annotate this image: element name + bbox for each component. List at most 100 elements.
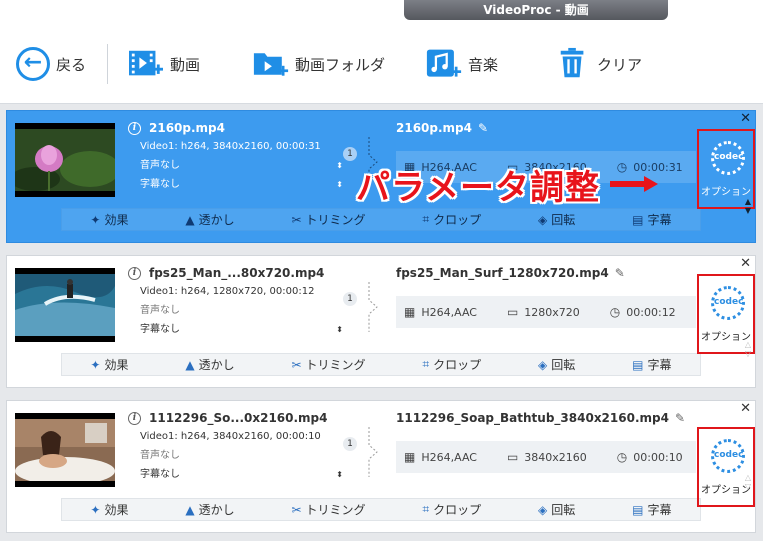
reorder-arrows-icon[interactable]: ▲ ▼ [743, 197, 753, 215]
subtitle-label: 字幕 [647, 213, 672, 227]
codec-gear-icon: codec [711, 439, 745, 473]
back-button[interactable]: 戻る [16, 42, 86, 86]
annotation-text: パラメータ調整 [356, 167, 600, 208]
add-folder-button[interactable]: 動画フォルダ [253, 42, 385, 86]
add-music-button[interactable]: 音楽 [426, 42, 498, 86]
crop-button[interactable]: ⌗ クロップ [422, 501, 481, 518]
video-item[interactable]: ✕ i fps25_Man_...80x720.mp4 Video1: h264… [6, 255, 756, 388]
effect-button[interactable]: ✦ 効果 [90, 356, 128, 373]
trim-button[interactable]: ✂ トリミング [291, 211, 365, 228]
toolbar-divider [107, 44, 108, 84]
window-title: VideoProc - 動画 [404, 0, 668, 20]
rotate-button[interactable]: ◈ 回転 [538, 211, 575, 228]
crop-button[interactable]: ⌗ クロップ [422, 211, 481, 228]
subtitle-track-select[interactable]: 字幕なし ⬍ [140, 175, 353, 194]
video-track-select[interactable]: Video1: h264, 3840x2160, 00:00:10 [140, 427, 353, 446]
subtitle-track-select[interactable]: 字幕なし ⬍ [140, 465, 353, 484]
trim-button[interactable]: ✂ トリミング [291, 356, 365, 373]
add-music-label: 音楽 [468, 55, 499, 74]
subtitle-button[interactable]: ▤ 字幕 [632, 211, 671, 228]
watermark-label: 透かし [198, 503, 235, 517]
clear-button[interactable]: クリア [555, 42, 642, 86]
reorder-arrows-icon[interactable]: △ ▽ [743, 340, 753, 358]
crop-button[interactable]: ⌗ クロップ [422, 356, 481, 373]
audio-track-select[interactable]: 音声なし ⬍ [140, 156, 353, 175]
video-track-label: Video1: h264, 3840x2160, 00:00:31 [140, 141, 321, 152]
output-meta: ▦ H264,AAC ▭ 1280x720 ◷ 00:00:12 [396, 296, 696, 328]
track-count-badge: 1 [343, 437, 357, 451]
watermark-button[interactable]: ▲ 透かし [185, 211, 234, 228]
effect-button[interactable]: ✦ 効果 [90, 501, 128, 518]
rotate-icon: ◈ [538, 357, 548, 372]
close-icon[interactable]: ✕ [740, 112, 751, 126]
updown-icon: ⬍ [336, 161, 343, 170]
subtitle-icon: ▤ [632, 357, 644, 372]
magic-wand-icon: ✦ [90, 357, 101, 372]
trim-button[interactable]: ✂ トリミング [291, 501, 365, 518]
video-track-select[interactable]: Video1: h264, 3840x2160, 00:00:31 [140, 137, 353, 156]
effect-button[interactable]: ✦ 効果 [90, 211, 128, 228]
output-meta: ▦ H264,AAC ▭ 3840x2160 ◷ 00:00:10 [396, 441, 696, 473]
watermark-button[interactable]: ▲ 透かし [185, 356, 234, 373]
video-item[interactable]: ✕ i 1112296_So...0x2160.mp4 Video1: h264… [6, 400, 756, 533]
crop-label: クロップ [433, 358, 482, 372]
codec-option-button[interactable]: codec オプション [697, 427, 755, 507]
edit-pencil-icon[interactable]: ✎ [478, 119, 488, 137]
watermark-label: 透かし [198, 213, 235, 227]
rotate-label: 回転 [551, 213, 576, 227]
video-thumbnail [15, 123, 115, 197]
track-count-badge: 1 [343, 292, 357, 306]
crop-icon: ⌗ [422, 212, 430, 226]
edit-toolbar: ✦ 効果 ▲ 透かし ✂ トリミング ⌗ クロップ ◈ 回転 ▤ 字幕 [61, 208, 701, 231]
edit-pencil-icon[interactable]: ✎ [675, 409, 685, 427]
audio-track-label: 音声なし [140, 160, 180, 171]
output-filename[interactable]: 1112296_Soap_Bathtub_3840x2160.mp4 [396, 409, 669, 427]
rotate-button[interactable]: ◈ 回転 [538, 501, 575, 518]
title-bar: VideoProc - 動画 [0, 0, 763, 24]
annotation-callout: パラメータ調整 [356, 160, 660, 208]
audio-track-select[interactable]: 音声なし [140, 446, 353, 465]
close-icon[interactable]: ✕ [740, 402, 751, 416]
track-count-badge: 1 [343, 147, 357, 161]
video-track-label: Video1: h264, 3840x2160, 00:00:10 [140, 431, 321, 442]
magic-wand-icon: ✦ [90, 212, 101, 227]
add-video-button[interactable]: 動画 [128, 42, 200, 86]
info-icon[interactable]: i [128, 411, 141, 425]
codec-icon-label: codec [714, 152, 744, 162]
subtitle-button[interactable]: ▤ 字幕 [632, 356, 671, 373]
rotate-button[interactable]: ◈ 回転 [538, 356, 575, 373]
video-thumbnail [15, 268, 115, 342]
clear-label: クリア [597, 55, 643, 74]
arrow-separator-icon [368, 427, 378, 477]
edit-pencil-icon[interactable]: ✎ [615, 264, 625, 282]
option-label: オプション [701, 187, 751, 198]
rotate-label: 回転 [551, 358, 576, 372]
updown-icon: ⬍ [336, 180, 343, 189]
audio-track-label: 音声なし [140, 305, 180, 316]
edit-toolbar: ✦ 効果 ▲ 透かし ✂ トリミング ⌗ クロップ ◈ 回転 ▤ 字幕 [61, 353, 701, 376]
audio-track-select[interactable]: 音声なし [140, 301, 353, 320]
clock-icon: ◷ [616, 450, 628, 464]
duration-value: 00:00:12 [626, 305, 676, 319]
watermark-button[interactable]: ▲ 透かし [185, 501, 234, 518]
stamp-icon: ▲ [185, 212, 195, 227]
subtitle-track-select[interactable]: 字幕なし ⬍ [140, 320, 353, 339]
watermark-label: 透かし [198, 358, 235, 372]
output-filename[interactable]: fps25_Man_Surf_1280x720.mp4 [396, 264, 609, 282]
updown-icon: ⬍ [336, 325, 343, 334]
resolution-icon: ▭ [506, 450, 519, 464]
clock-icon: ◷ [609, 305, 621, 319]
subtitle-button[interactable]: ▤ 字幕 [632, 501, 671, 518]
info-icon[interactable]: i [128, 121, 141, 135]
trash-icon [560, 47, 584, 78]
info-icon[interactable]: i [128, 266, 141, 280]
video-track-select[interactable]: Video1: h264, 1280x720, 00:00:12 [140, 282, 353, 301]
codec-icon-label: codec [714, 450, 744, 460]
effect-label: 効果 [104, 213, 129, 227]
reorder-arrows-icon[interactable]: △ ▽ [743, 473, 753, 491]
resolution-value: 3840x2160 [524, 450, 587, 464]
close-icon[interactable]: ✕ [740, 257, 751, 271]
crop-icon: ⌗ [422, 502, 430, 516]
codec-gear-icon: codec [711, 286, 745, 320]
output-filename[interactable]: 2160p.mp4 [396, 119, 472, 137]
